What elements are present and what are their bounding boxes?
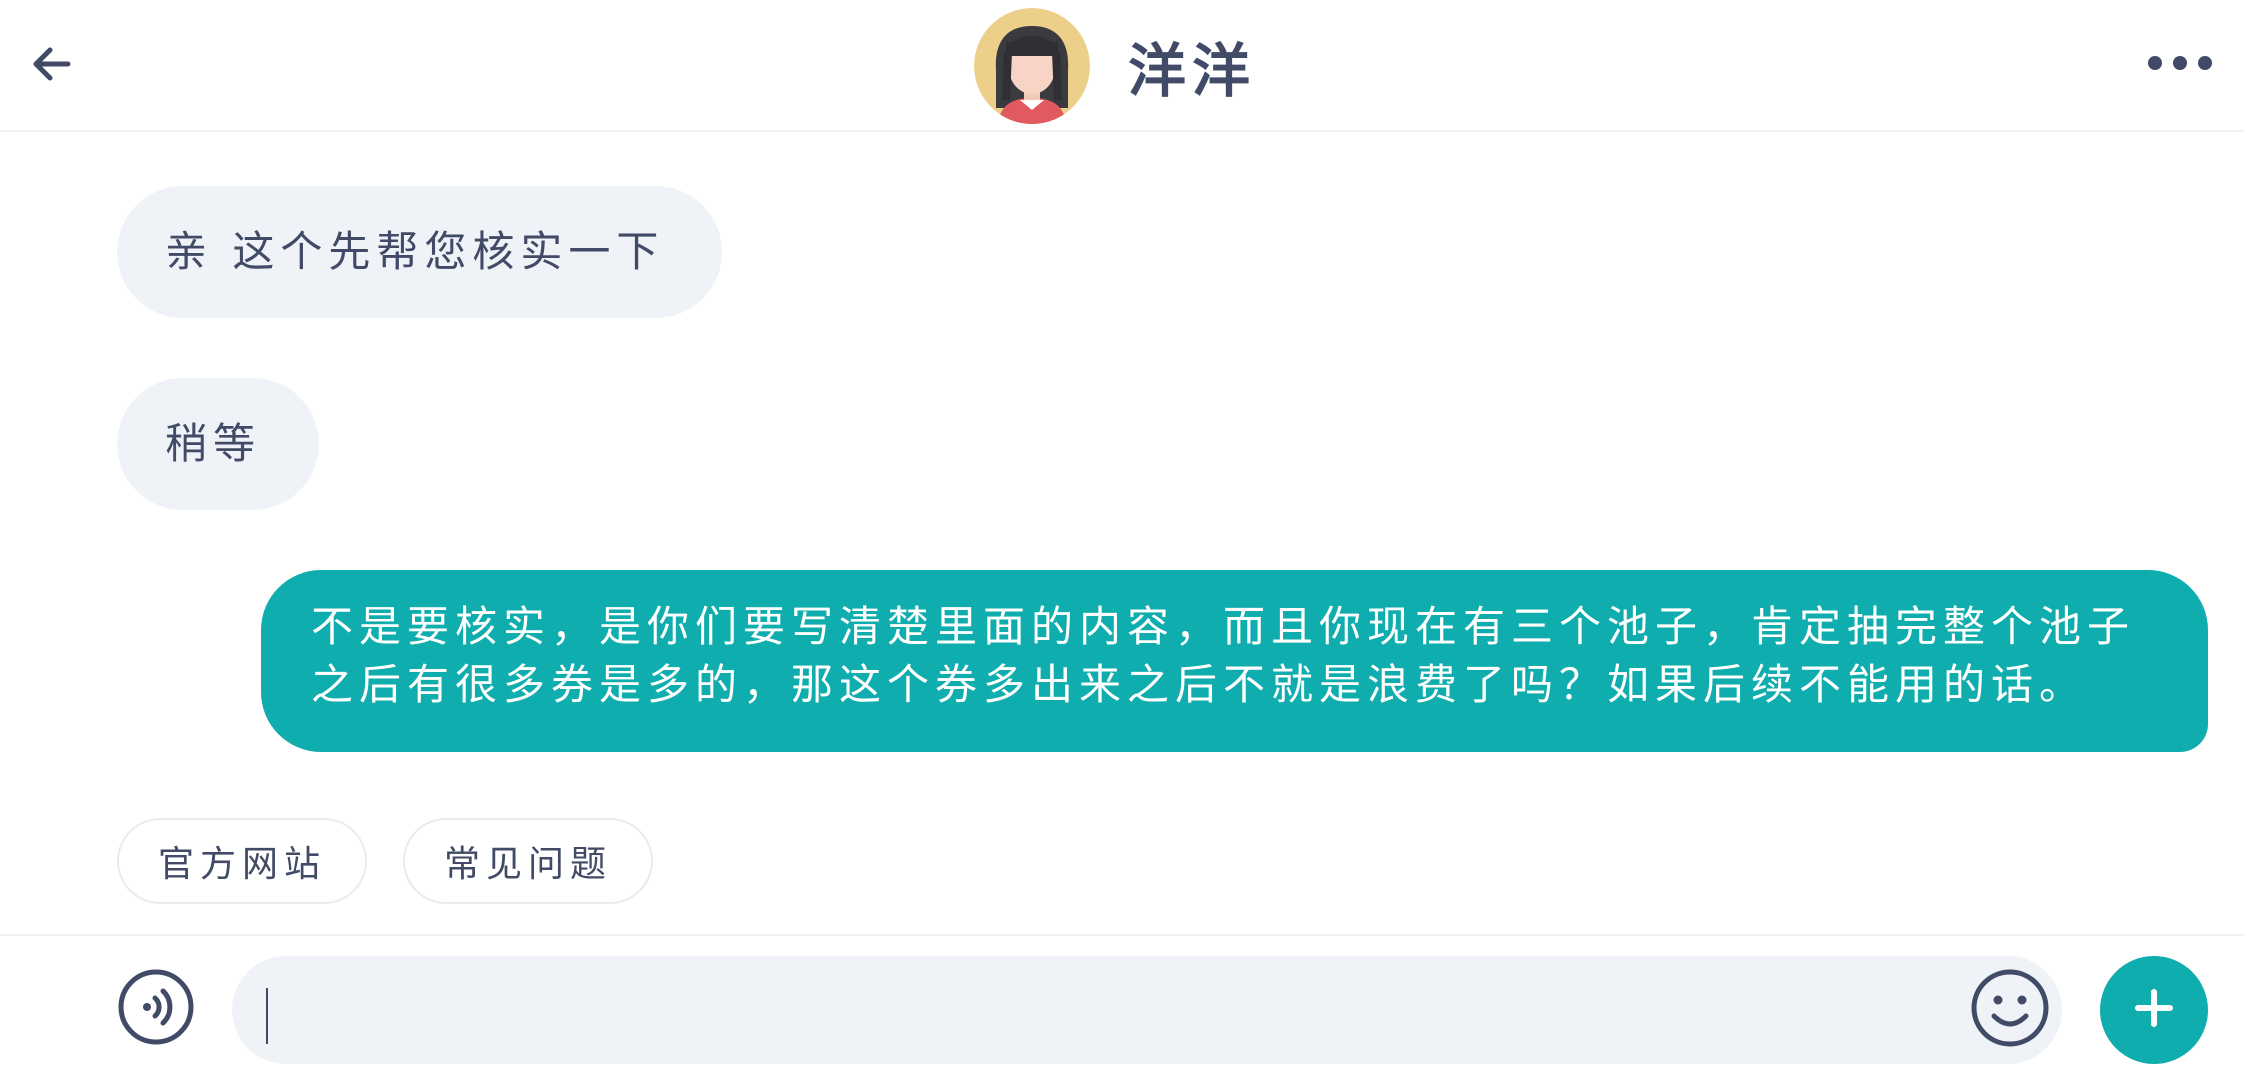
quick-reply-label: 官方网站 (157, 844, 326, 885)
more-button[interactable] (2140, 40, 2220, 90)
chat-header: 洋洋 (0, 0, 2244, 132)
user-message: 不是要核实，是你们要写清楚里面的内容，而且你现在有三个池子，肯定抽完整个池子之后… (261, 570, 2208, 752)
contact-info: 洋洋 (974, 8, 1256, 124)
quick-reply-faq[interactable]: 常见问题 (403, 818, 653, 904)
back-button[interactable] (20, 34, 84, 98)
smiley-icon (1970, 969, 2050, 1052)
arrow-left-icon (28, 40, 76, 92)
message-text: 稍等 (165, 419, 262, 468)
avatar[interactable] (974, 8, 1090, 124)
plus-icon (2132, 986, 2176, 1034)
message-text: 亲 这个先帮您核实一下 (165, 227, 665, 276)
chat-screen: 洋洋 亲 这个先帮您核实一下 稍等 不是要核实，是你们要写清楚里面的内容，而且你… (0, 0, 2244, 1080)
agent-message: 亲 这个先帮您核实一下 (117, 186, 723, 318)
quick-reply-official-site[interactable]: 官方网站 (117, 818, 367, 904)
more-dots-icon (2147, 55, 2213, 75)
agent-message: 稍等 (117, 378, 320, 510)
contact-name: 洋洋 (1128, 37, 1257, 105)
message-input[interactable] (232, 956, 2062, 1064)
add-attachment-button[interactable] (2100, 956, 2208, 1064)
message-text: 不是要核实，是你们要写清楚里面的内容，而且你现在有三个池子，肯定抽完整个池子之后… (311, 602, 2136, 709)
voice-icon (117, 969, 195, 1050)
quick-reply-label: 常见问题 (443, 844, 612, 885)
text-cursor (266, 988, 268, 1044)
input-bar (0, 934, 2244, 1080)
voice-button[interactable] (117, 968, 195, 1046)
emoji-button[interactable] (1970, 968, 2050, 1048)
